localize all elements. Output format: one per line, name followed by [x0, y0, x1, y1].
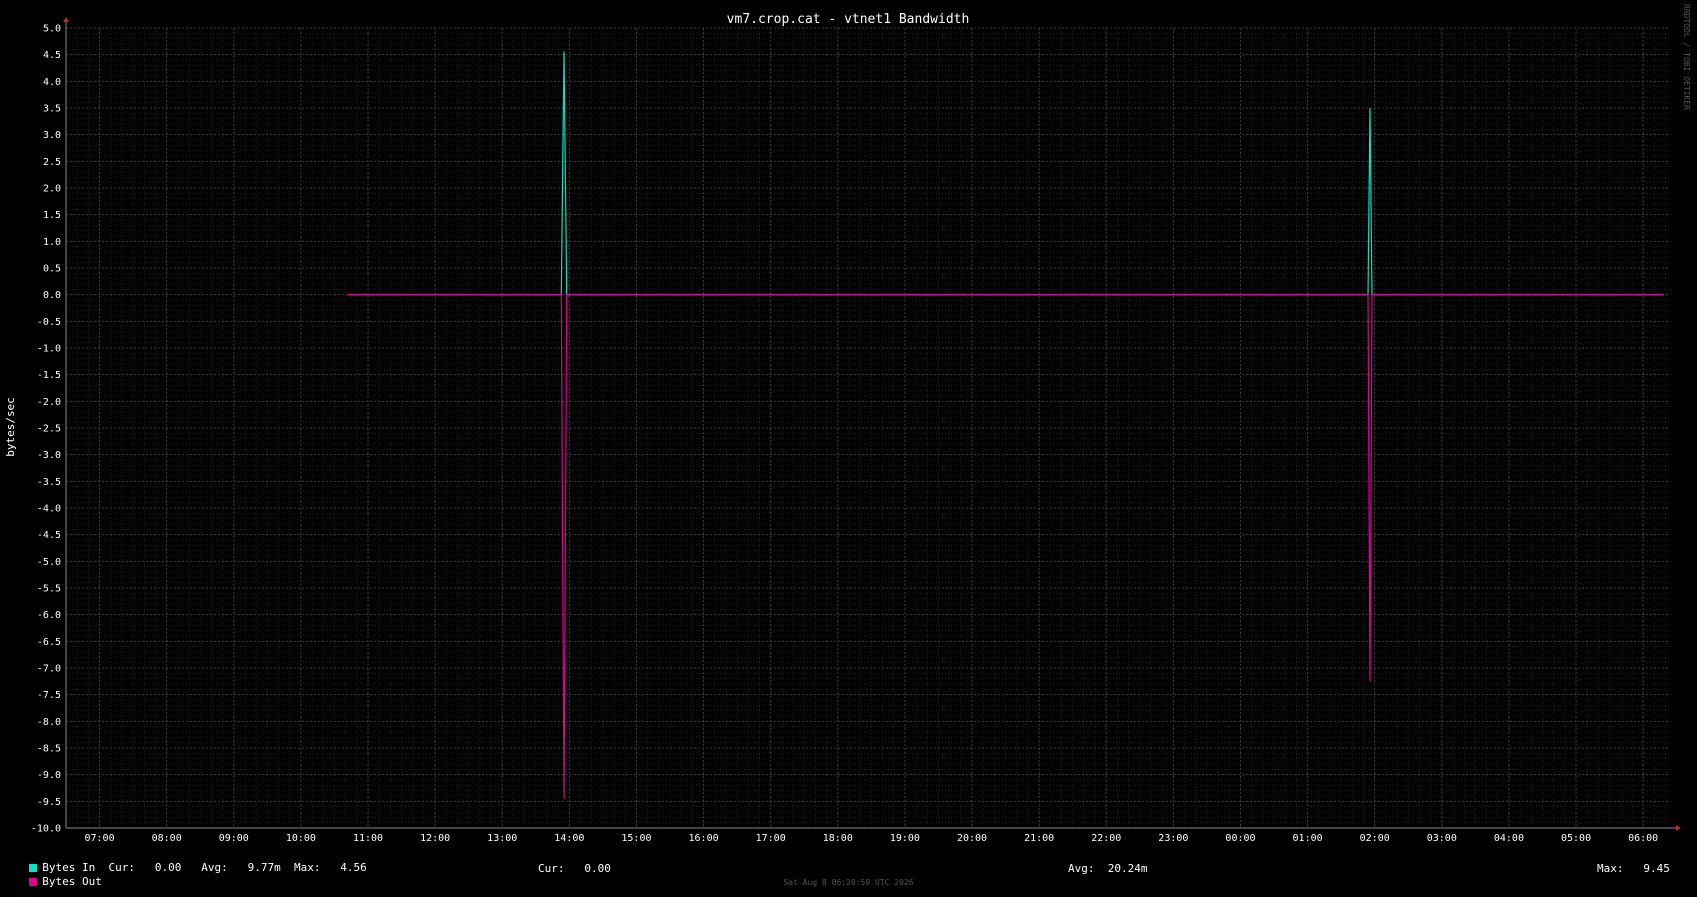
x-tick-label: 08:00 [152, 833, 182, 844]
x-tick-label: 17:00 [756, 833, 786, 844]
y-tick-label: -9.0 [37, 770, 61, 781]
chart-title: vm7.crop.cat - vtnet1 Bandwidth [727, 12, 970, 27]
x-tick-label: 10:00 [286, 833, 316, 844]
x-tick-label: 02:00 [1360, 833, 1390, 844]
y-tick-label: 2.0 [43, 184, 61, 195]
x-tick-label: 13:00 [487, 833, 517, 844]
x-tick-label: 06:00 [1628, 833, 1658, 844]
y-tick-label: -4.5 [37, 530, 61, 541]
y-tick-label: -9.5 [37, 797, 61, 808]
y-tick-label: -5.0 [37, 557, 61, 568]
bytes-out-cur: Cur: 0.00 [538, 862, 611, 875]
y-tick-label: -10.0 [31, 824, 61, 835]
y-tick-label: 0.0 [43, 290, 61, 301]
y-tick-label: -6.0 [37, 610, 61, 621]
x-tick-label: 05:00 [1561, 833, 1591, 844]
y-tick-label: -5.5 [37, 584, 61, 595]
x-tick-label: 11:00 [353, 833, 383, 844]
y-tick-label: -6.5 [37, 637, 61, 648]
y-tick-label: -3.5 [37, 477, 61, 488]
y-tick-label: -0.5 [37, 317, 61, 328]
bytes-out-max: Max: 9.45 [1597, 862, 1670, 875]
y-tick-label: 3.0 [43, 130, 61, 141]
x-tick-label: 22:00 [1091, 833, 1121, 844]
bytes-in-max: Max: 4.56 [293, 861, 367, 874]
bandwidth-chart: 5.0 4.5 4.0 3.5 3.0 2.5 2.0 1.5 1.0 0.5 0.0 -0.5 -1.… [0, 0, 1697, 893]
x-tick-label: 01:00 [1293, 833, 1323, 844]
y-tick-label: -8.0 [37, 717, 61, 728]
y-tick-label: 0.5 [43, 264, 61, 275]
rrdtool-watermark: RRDTOOL / TOBI OETIKER [1682, 4, 1691, 110]
y-tick-label: -7.0 [37, 664, 61, 675]
timestamp-footer: Sat Aug 8 06:20:59 UTC 2026 [783, 878, 914, 887]
y-tick-label: -4.0 [37, 504, 61, 515]
x-tick-label: 20:00 [957, 833, 987, 844]
x-tick-label: 12:00 [420, 833, 450, 844]
x-tick-label: 00:00 [1225, 833, 1255, 844]
bytes-in-cur: Cur: 0.00 [108, 861, 182, 874]
x-tick-label: 21:00 [1024, 833, 1054, 844]
y-tick-label: -2.0 [37, 397, 61, 408]
bytes-in-avg: Avg: 9.77m [201, 861, 281, 874]
y-tick-label: -8.5 [37, 744, 61, 755]
x-tick-label: 18:00 [823, 833, 853, 844]
y-axis-label: bytes/sec [4, 397, 17, 457]
x-tick-label: 23:00 [1158, 833, 1188, 844]
x-tick-label: 19:00 [890, 833, 920, 844]
y-tick-label: -1.0 [37, 344, 61, 355]
y-tick-label: 1.5 [43, 210, 61, 221]
y-tick-label: -1.5 [37, 370, 61, 381]
y-tick-label: 1.0 [43, 237, 61, 248]
y-tick-label: 2.5 [43, 157, 61, 168]
x-tick-label: 14:00 [554, 833, 584, 844]
x-tick-label: 16:00 [689, 833, 719, 844]
x-tick-label: 09:00 [219, 833, 249, 844]
y-tick-label: 4.0 [43, 77, 61, 88]
x-tick-label: 04:00 [1494, 833, 1524, 844]
x-tick-label: 15:00 [621, 833, 651, 844]
chart-svg: 5.0 4.5 4.0 3.5 3.0 2.5 2.0 1.5 1.0 0.5 0.0 -0.5 -1.… [0, 0, 1697, 893]
bytes-out-avg: Avg: 20.24m [1068, 862, 1148, 875]
y-tick-label: 3.5 [43, 104, 61, 115]
y-tick-label: -3.0 [37, 450, 61, 461]
x-tick-label: 07:00 [85, 833, 115, 844]
y-tick-label: 4.5 [43, 50, 61, 61]
x-tick-label: 03:00 [1427, 833, 1457, 844]
y-tick-label: -2.5 [37, 424, 61, 435]
y-tick-label: 5.0 [43, 24, 61, 35]
y-tick-label: -7.5 [37, 690, 61, 701]
